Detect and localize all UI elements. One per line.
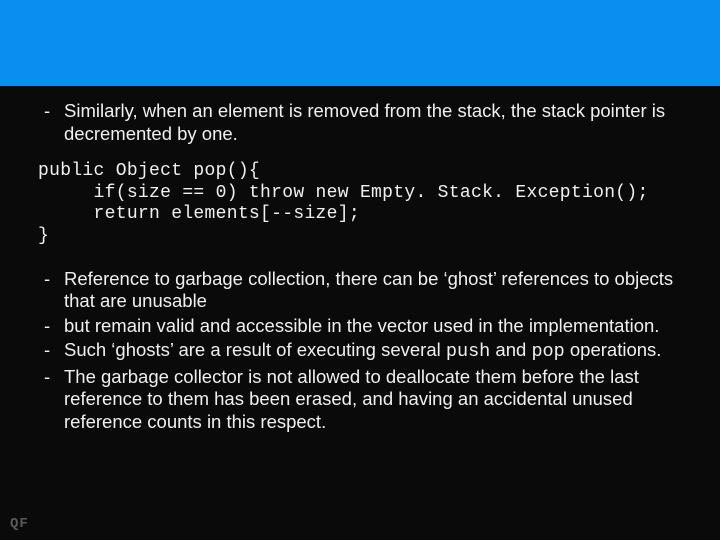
bullet-text: Similarly, when an element is removed fr… [64, 100, 682, 145]
text-mid: and [490, 339, 531, 360]
bullet-dash: - [38, 100, 64, 145]
bullet-dash: - [38, 366, 64, 434]
bullet-text-mixed: Such ‘ghosts’ are a result of executing … [64, 339, 682, 364]
text-pre: Such ‘ghosts’ are a result of executing … [64, 339, 446, 360]
footer-logo: QF [10, 516, 29, 532]
bullet-text: Reference to garbage collection, there c… [64, 268, 682, 313]
slide-content: - Similarly, when an element is removed … [0, 86, 720, 433]
inline-code-pop: pop [531, 341, 564, 362]
header-bar [0, 0, 720, 86]
list-item: - Reference to garbage collection, there… [38, 268, 682, 313]
bullet-dash: - [38, 315, 64, 338]
list-item: - The garbage collector is not allowed t… [38, 366, 682, 434]
bullet-text: but remain valid and accessible in the v… [64, 315, 682, 338]
bullet-dash: - [38, 268, 64, 313]
bullet-block-bottom: - Reference to garbage collection, there… [38, 268, 682, 434]
code-block: public Object pop(){ if(size == 0) throw… [38, 161, 682, 247]
bullet-text: The garbage collector is not allowed to … [64, 366, 682, 434]
list-item: - Such ‘ghosts’ are a result of executin… [38, 339, 682, 364]
bullet-block-top: - Similarly, when an element is removed … [38, 100, 682, 145]
list-item: - but remain valid and accessible in the… [38, 315, 682, 338]
text-post: operations. [565, 339, 662, 360]
inline-code-push: push [446, 341, 490, 362]
list-item: - Similarly, when an element is removed … [38, 100, 682, 145]
bullet-dash: - [38, 339, 64, 364]
